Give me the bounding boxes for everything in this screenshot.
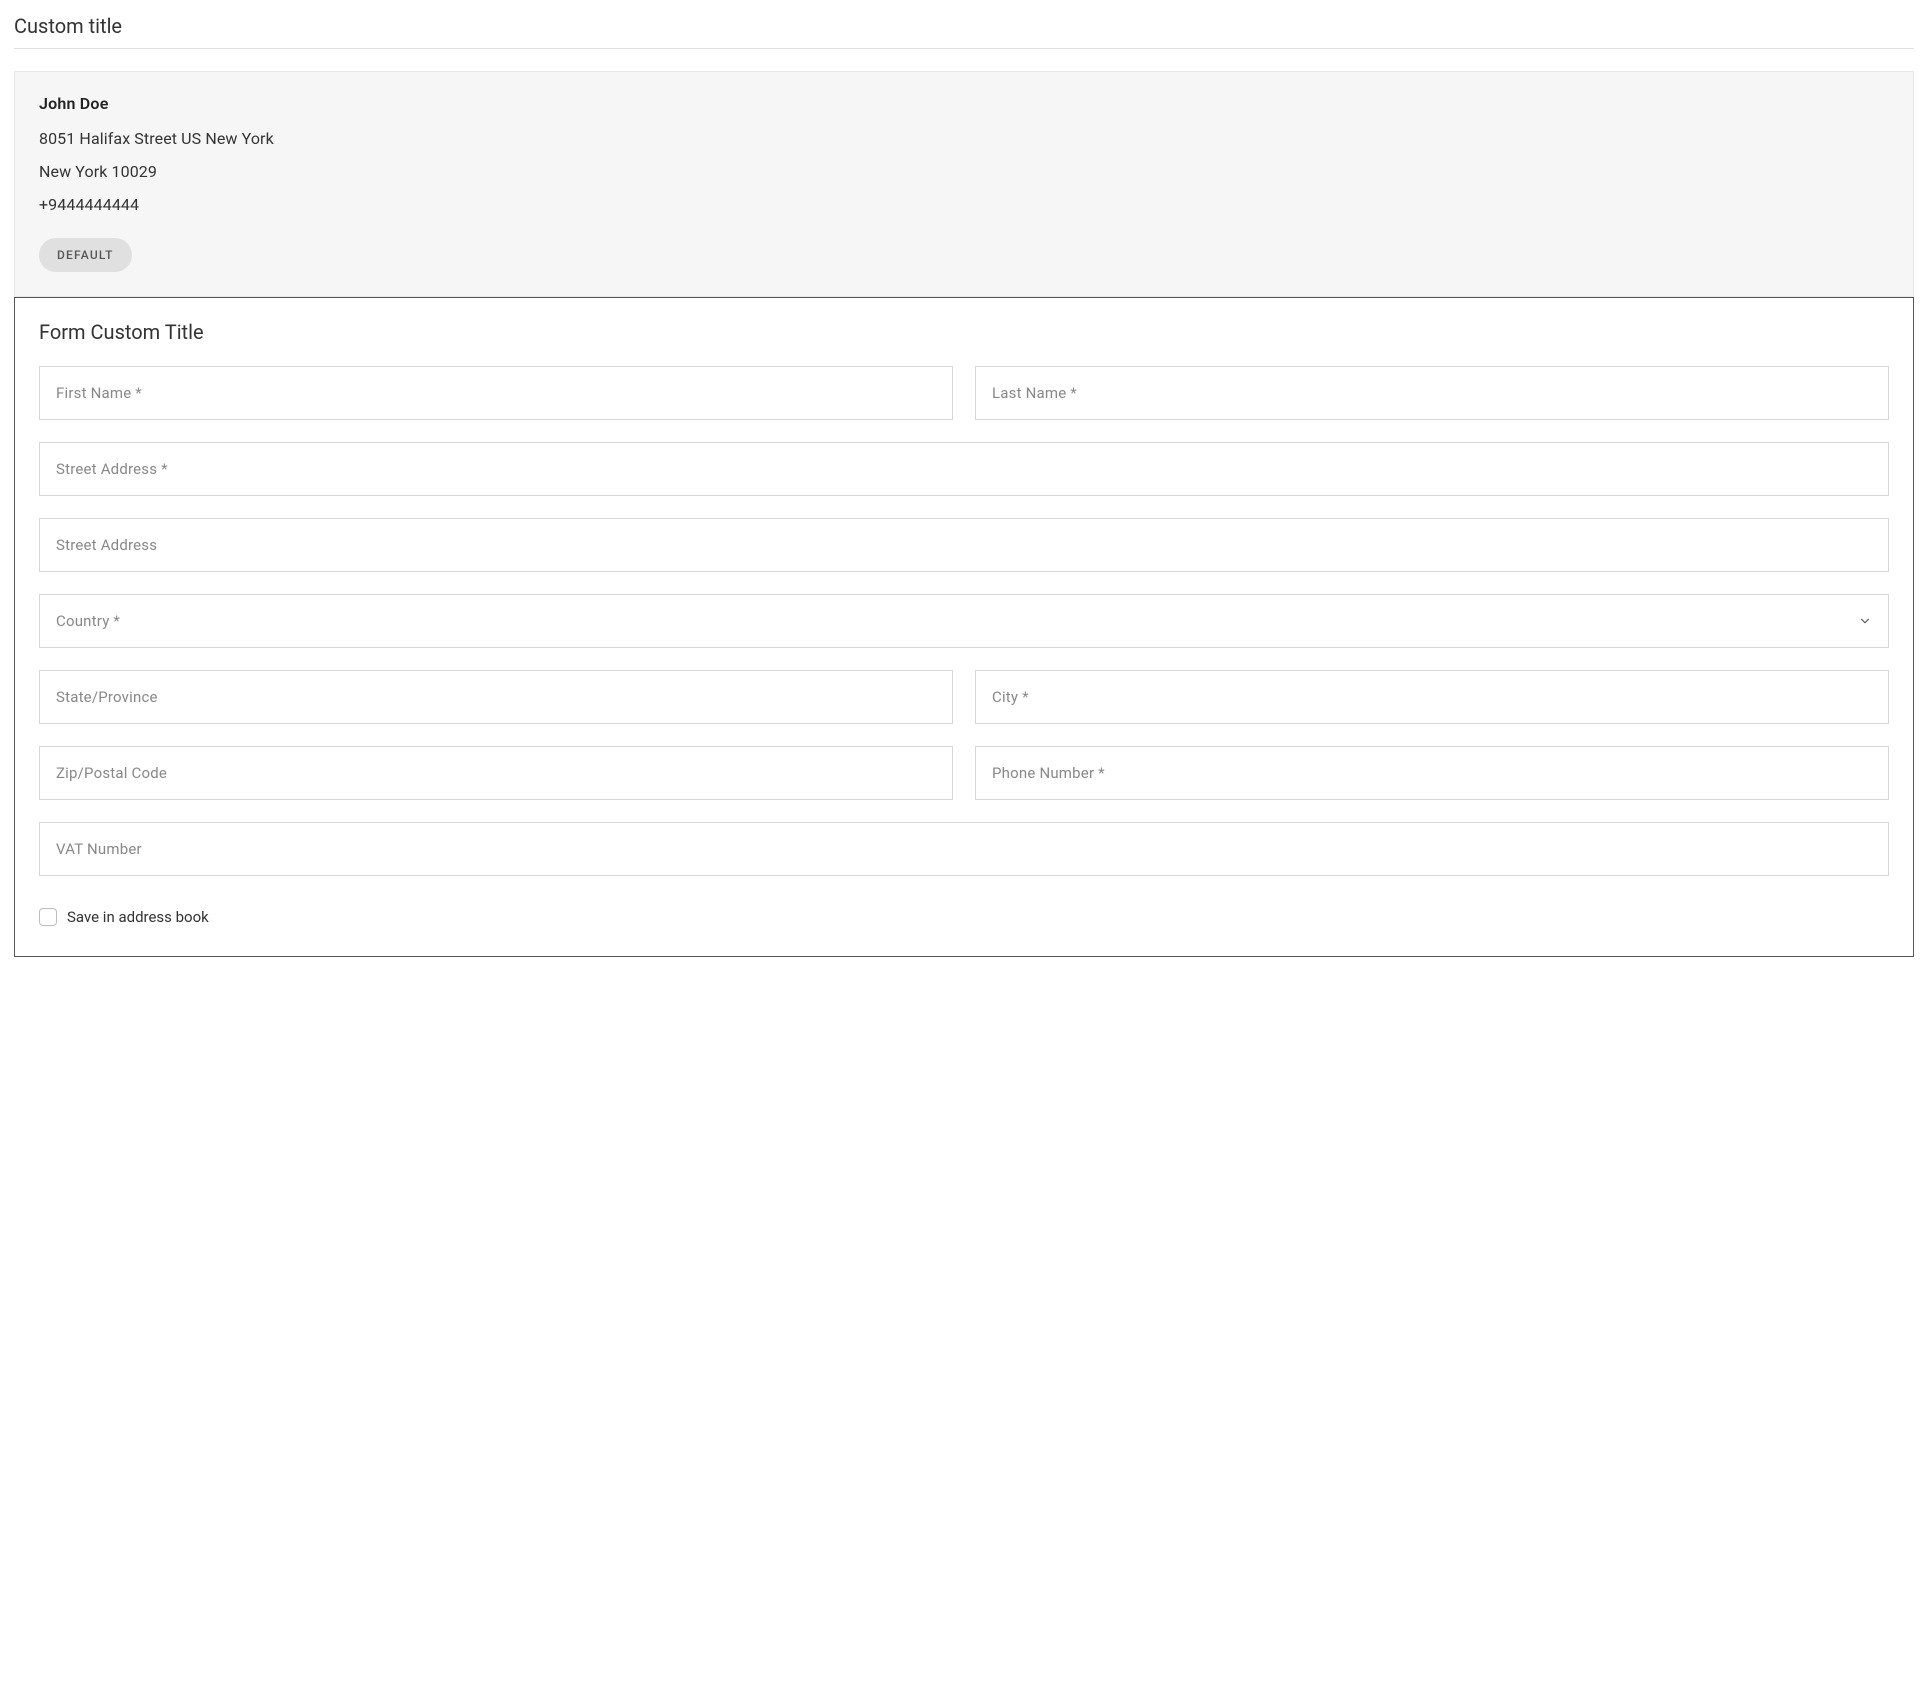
country-select[interactable]: Country *: [39, 594, 1889, 648]
street-address-1-input[interactable]: [39, 442, 1889, 496]
street-address-2-input[interactable]: [39, 518, 1889, 572]
page-title: Custom title: [14, 14, 1914, 49]
city-input[interactable]: [975, 670, 1889, 724]
save-checkbox-row: Save in address book: [39, 908, 1889, 926]
address-street-line: 8051 Halifax Street US New York: [39, 129, 1889, 148]
save-checkbox[interactable]: [39, 908, 57, 926]
phone-input[interactable]: [975, 746, 1889, 800]
address-name: John Doe: [39, 94, 1889, 113]
save-checkbox-label: Save in address book: [67, 908, 209, 926]
last-name-input[interactable]: [975, 366, 1889, 420]
address-form: Form Custom Title Country *: [14, 297, 1914, 957]
state-input[interactable]: [39, 670, 953, 724]
first-name-input[interactable]: [39, 366, 953, 420]
form-title: Form Custom Title: [39, 320, 1889, 344]
country-select-placeholder: Country *: [56, 612, 1858, 630]
chevron-down-icon: [1858, 614, 1872, 628]
address-card: John Doe 8051 Halifax Street US New York…: [14, 71, 1914, 297]
zip-input[interactable]: [39, 746, 953, 800]
default-badge: DEFAULT: [39, 238, 132, 272]
address-phone: +9444444444: [39, 195, 1889, 214]
vat-input[interactable]: [39, 822, 1889, 876]
address-city-line: New York 10029: [39, 162, 1889, 181]
